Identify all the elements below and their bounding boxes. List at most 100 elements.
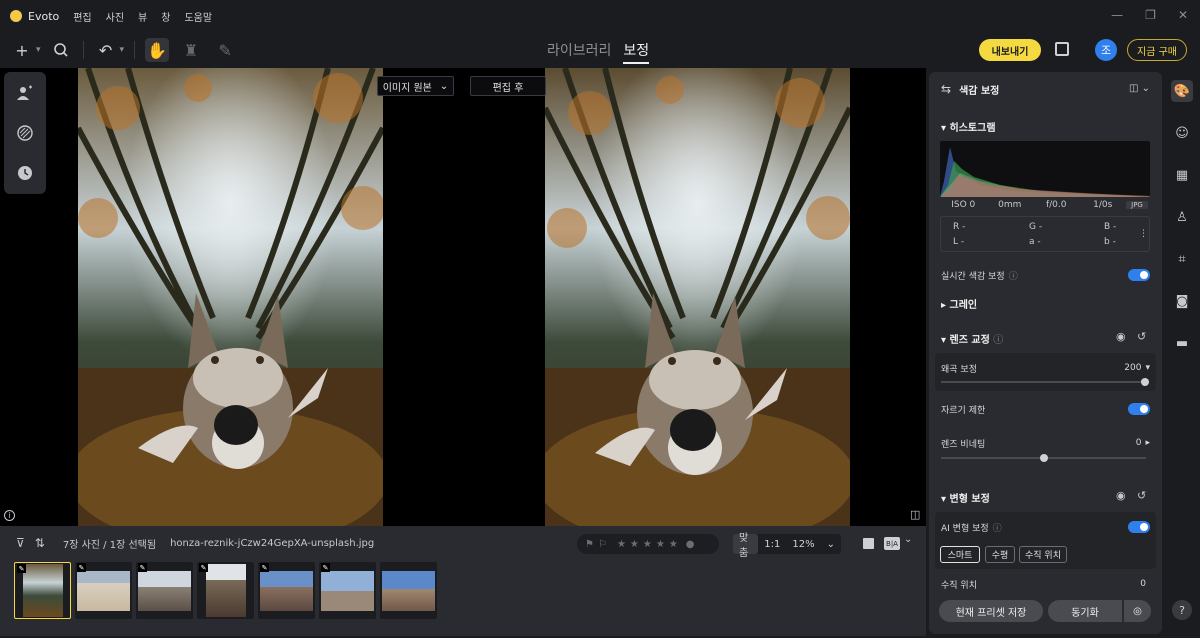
chip-vertical[interactable]: 수직 위치 bbox=[1019, 546, 1067, 563]
crop-toggle[interactable] bbox=[1128, 403, 1150, 415]
eraser-icon[interactable]: ▦ bbox=[1171, 164, 1193, 186]
distortion-value[interactable]: 200 bbox=[1124, 363, 1141, 373]
sort-icon[interactable]: ⇅ bbox=[35, 536, 45, 550]
single-view-icon[interactable] bbox=[863, 538, 874, 549]
chevron-down-icon[interactable]: ⌄ bbox=[821, 539, 841, 550]
visibility-icon[interactable]: ◉ bbox=[1116, 330, 1126, 343]
app-logo-icon bbox=[10, 10, 22, 22]
star-icon[interactable]: ★ bbox=[617, 539, 626, 550]
tab-edit[interactable]: 보정 bbox=[623, 40, 650, 64]
face-icon[interactable]: ☺ bbox=[1171, 122, 1193, 144]
caret-right-icon[interactable]: ▸ bbox=[1145, 438, 1150, 448]
original-dropdown[interactable]: 이미지 원본 ⌄ bbox=[377, 76, 454, 96]
menu-window[interactable]: 창 bbox=[161, 9, 170, 24]
thumbnail[interactable]: ✎ bbox=[258, 562, 315, 619]
grain-title: 그레인 bbox=[949, 300, 978, 311]
star-icon[interactable]: ★ bbox=[669, 539, 678, 550]
caret-down-icon[interactable]: ▾ bbox=[1145, 363, 1150, 373]
buy-now-button[interactable]: 지금 구매 bbox=[1127, 39, 1187, 61]
vignette-value[interactable]: 0 bbox=[1136, 438, 1142, 448]
hand-icon[interactable]: ✋ bbox=[145, 38, 170, 62]
readout-r: R - bbox=[953, 222, 966, 232]
before-after-view-icon[interactable]: B|A bbox=[884, 537, 900, 550]
history-icon[interactable] bbox=[12, 160, 38, 186]
texture-icon[interactable] bbox=[12, 120, 38, 146]
distortion-slider[interactable] bbox=[941, 381, 1146, 383]
filter-icon[interactable]: ⊽ bbox=[16, 536, 25, 550]
vignette-slider-knob[interactable] bbox=[1040, 454, 1048, 462]
thumbnail[interactable]: ✎ bbox=[14, 562, 71, 619]
star-icon[interactable]: ★ bbox=[630, 539, 639, 550]
menu-photo[interactable]: 사진 bbox=[106, 9, 124, 24]
vertical-value[interactable]: 0 bbox=[1140, 579, 1146, 589]
histogram-section-header[interactable]: ▾ 히스토그램 bbox=[941, 119, 996, 134]
add-chevron-icon[interactable]: ▾ bbox=[36, 45, 41, 55]
avatar[interactable]: 조 bbox=[1095, 39, 1117, 61]
realtime-toggle[interactable] bbox=[1128, 269, 1150, 281]
shirt-icon[interactable]: ♙ bbox=[1171, 206, 1193, 228]
tab-library[interactable]: 라이브러리 bbox=[547, 40, 611, 64]
flag-icon[interactable]: ⚑ bbox=[585, 539, 594, 550]
palette-icon[interactable]: 🎨 bbox=[1171, 80, 1193, 102]
stamp-icon[interactable]: ♜ bbox=[179, 38, 203, 62]
restore-icon[interactable]: ❐ bbox=[1145, 8, 1156, 22]
zoom-percent[interactable]: 12% bbox=[786, 539, 820, 550]
reject-flag-icon[interactable]: ⚐ bbox=[598, 539, 607, 550]
panel-layout-icon[interactable]: ◫ ⌄ bbox=[1129, 83, 1150, 94]
camera-icon[interactable]: ◙ bbox=[1171, 290, 1193, 312]
undo-icon[interactable]: ↶ bbox=[94, 38, 118, 62]
ai-transform-toggle[interactable] bbox=[1128, 521, 1150, 533]
import-icon[interactable] bbox=[1055, 42, 1069, 56]
lens-title: 렌즈 교정 bbox=[949, 335, 990, 346]
crop-icon[interactable]: ⌗ bbox=[1171, 248, 1193, 270]
person-edit-icon[interactable] bbox=[12, 80, 38, 106]
help-circle-icon[interactable]: ⓘ bbox=[1009, 269, 1018, 282]
image-canvas[interactable]: 이미지 원본 ⌄ 편집 후 i ◫ bbox=[0, 68, 926, 526]
grain-section-header[interactable]: ▸ 그레인 bbox=[941, 296, 977, 311]
star-icon[interactable]: ★ bbox=[643, 539, 652, 550]
transform-section-header[interactable]: ▾ 변형 보정 bbox=[941, 490, 990, 505]
thumbnail[interactable] bbox=[380, 562, 437, 619]
sync-settings-icon[interactable]: ◎ bbox=[1124, 600, 1151, 622]
split-view-icon[interactable]: ◫ bbox=[910, 508, 920, 521]
chevron-down-icon: ⌄ bbox=[439, 80, 449, 92]
help-button[interactable]: ? bbox=[1172, 600, 1192, 620]
reset-icon[interactable]: ↺ bbox=[1137, 489, 1146, 502]
export-button[interactable]: 내보내기 bbox=[979, 39, 1041, 61]
visibility-icon[interactable]: ◉ bbox=[1116, 489, 1126, 502]
search-icon[interactable] bbox=[49, 38, 73, 62]
menu-view[interactable]: 뷰 bbox=[138, 9, 147, 24]
more-icon[interactable]: ⋮ bbox=[1139, 229, 1148, 239]
minimize-icon[interactable]: — bbox=[1111, 8, 1123, 22]
info-icon[interactable]: i bbox=[4, 510, 15, 521]
lens-section-header[interactable]: ▾ 렌즈 교정 ⓘ bbox=[941, 331, 1003, 346]
thumbnail[interactable]: ✎ bbox=[197, 562, 254, 619]
help-circle-icon[interactable]: ⓘ bbox=[993, 521, 1002, 534]
star-icon[interactable]: ★ bbox=[656, 539, 665, 550]
chevron-down-icon[interactable]: ⌄ bbox=[904, 534, 912, 545]
chip-level[interactable]: 수평 bbox=[985, 546, 1015, 563]
original-label: 이미지 원본 bbox=[382, 82, 432, 94]
color-label-icon[interactable]: ● bbox=[686, 539, 695, 550]
brush-icon[interactable]: ✎ bbox=[213, 38, 237, 62]
menu-help[interactable]: 도움말 bbox=[184, 9, 212, 24]
readout-b: B - bbox=[1104, 222, 1117, 232]
reset-icon[interactable]: ↺ bbox=[1137, 330, 1146, 343]
folder-icon[interactable]: ▬ bbox=[1171, 332, 1193, 354]
thumbnail[interactable]: ✎ bbox=[136, 562, 193, 619]
thumbnail[interactable]: ✎ bbox=[319, 562, 376, 619]
distortion-slider-knob[interactable] bbox=[1141, 378, 1149, 386]
sync-button[interactable]: 동기화 bbox=[1048, 600, 1122, 622]
save-preset-button[interactable]: 현재 프리셋 저장 bbox=[939, 600, 1043, 622]
thumbnail[interactable]: ✎ bbox=[75, 562, 132, 619]
close-icon[interactable]: ✕ bbox=[1178, 8, 1188, 22]
add-icon[interactable]: + bbox=[10, 38, 34, 62]
left-tool-panel bbox=[4, 72, 46, 194]
chip-smart[interactable]: 스마트 bbox=[940, 546, 980, 563]
zoom-fit-button[interactable]: 맞춤 bbox=[733, 533, 759, 559]
zoom-one-button[interactable]: 1:1 bbox=[758, 539, 786, 550]
help-circle-icon[interactable]: ⓘ bbox=[993, 335, 1003, 346]
menu-edit[interactable]: 편집 bbox=[73, 9, 91, 24]
menu-bar: Evoto 편집 사진 뷰 창 도움말 — ❐ ✕ bbox=[0, 0, 1200, 32]
undo-chevron-icon[interactable]: ▾ bbox=[120, 45, 125, 55]
